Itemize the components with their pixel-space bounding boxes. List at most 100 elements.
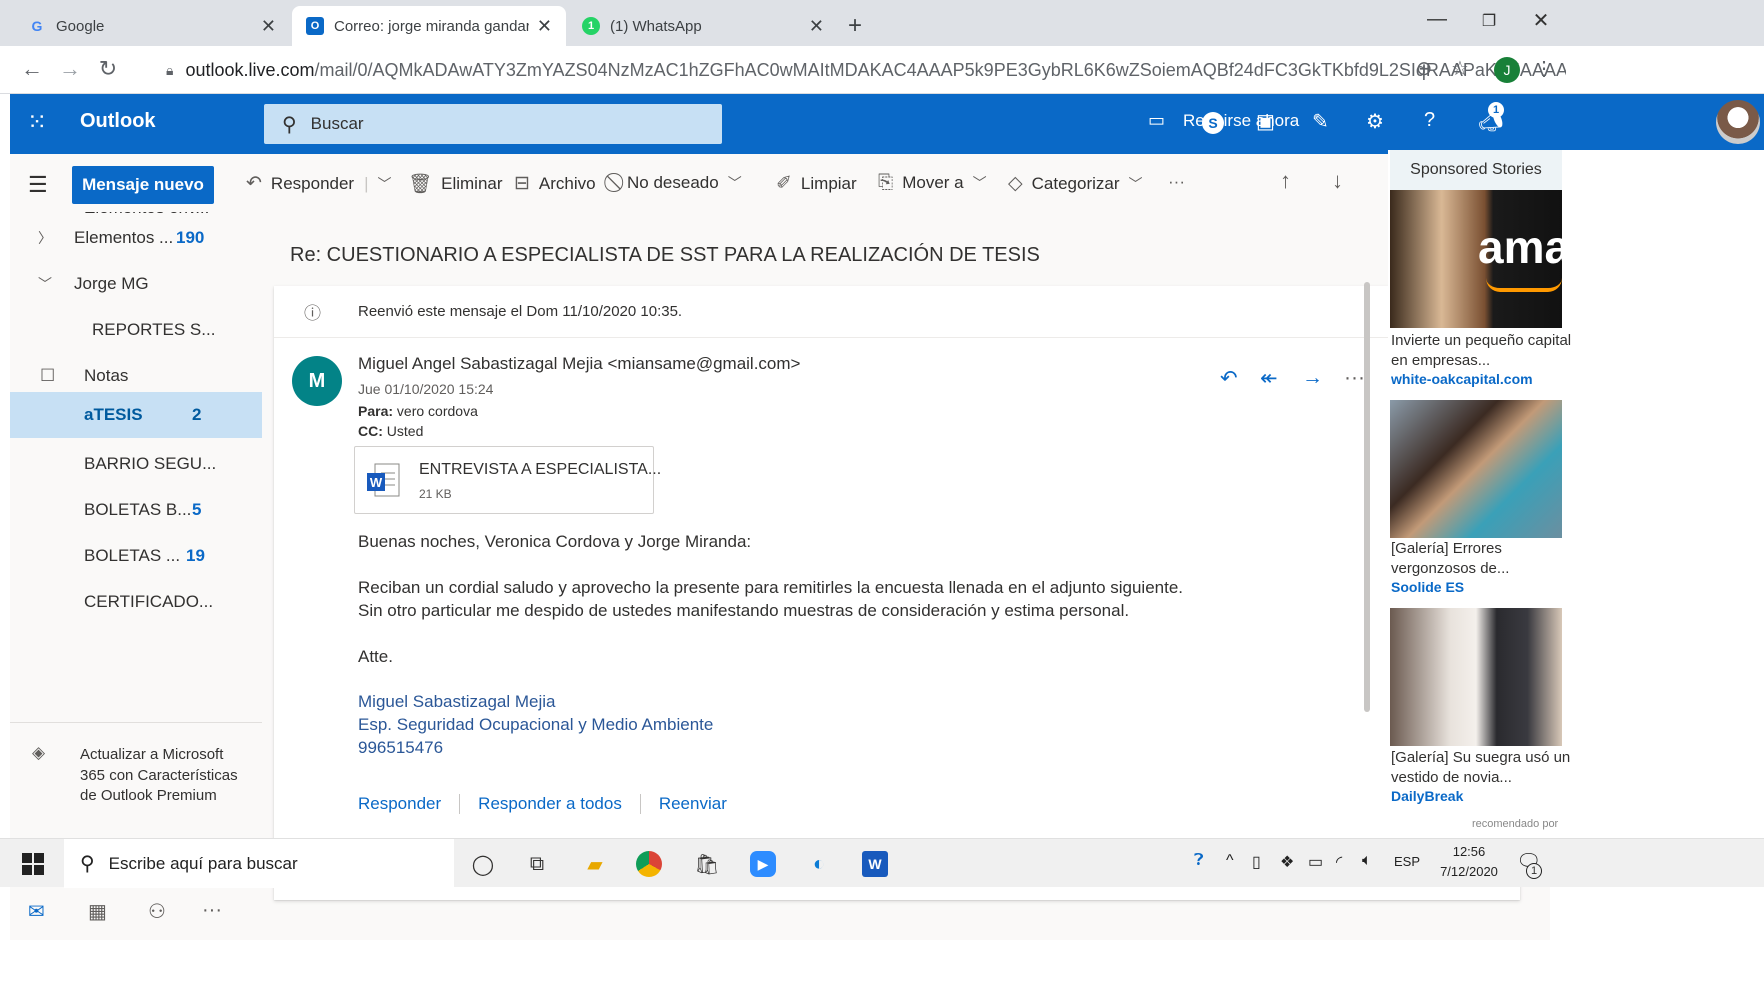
file-explorer-icon[interactable]: ▰ bbox=[580, 849, 610, 879]
battery-icon[interactable]: ▭ bbox=[1308, 852, 1323, 872]
folder-item-selected[interactable]: aTESIS 2 bbox=[10, 392, 262, 438]
folder-item[interactable]: BOLETAS B... 5 bbox=[10, 484, 262, 536]
sweep-button[interactable]: ✐ Limpiar bbox=[776, 172, 857, 195]
folder-count: 19 bbox=[186, 546, 205, 565]
ad-image[interactable] bbox=[1390, 608, 1562, 746]
chevron-right-icon[interactable]: 〉 bbox=[38, 228, 52, 248]
junk-button[interactable]: ⃠ No deseado ﹀ bbox=[618, 172, 742, 194]
delete-button[interactable]: 🗑︎ Eliminar bbox=[408, 172, 503, 196]
chevron-down-icon[interactable]: ﹀ bbox=[38, 274, 52, 294]
next-message-arrow-icon[interactable]: ↓ bbox=[1332, 168, 1343, 194]
language-indicator[interactable]: ESP bbox=[1394, 854, 1420, 869]
task-view-icon[interactable]: ⧉ bbox=[522, 849, 552, 879]
move-to-button[interactable]: ⎘ Mover a ﹀ bbox=[878, 172, 987, 194]
more-apps-icon[interactable]: ··· bbox=[202, 899, 222, 922]
reply-link[interactable]: Responder bbox=[358, 794, 459, 814]
skype-icon[interactable]: S bbox=[1202, 112, 1224, 134]
folder-item[interactable]: BOLETAS ... 19 bbox=[10, 530, 262, 582]
outlook-icon: O bbox=[306, 17, 324, 35]
new-tab-button[interactable]: + bbox=[848, 12, 862, 40]
more-actions-button[interactable]: ··· bbox=[1168, 172, 1185, 192]
taskbar-search-box[interactable]: ⚲ Escribe aquí para buscar bbox=[64, 839, 454, 888]
ad-image[interactable]: ama bbox=[1390, 190, 1562, 328]
restore-button[interactable]: ❐ bbox=[1474, 11, 1504, 31]
folder-item[interactable]: BARRIO SEGU... bbox=[10, 438, 262, 490]
app-launcher-icon[interactable]: ⁙ bbox=[24, 110, 50, 136]
chevron-up-icon[interactable]: ^ bbox=[1226, 852, 1234, 870]
account-avatar[interactable] bbox=[1716, 100, 1760, 144]
volume-icon[interactable]: 🔈︎ bbox=[1362, 852, 1372, 870]
reply-all-icon[interactable]: ↞ bbox=[1260, 366, 1278, 391]
categorize-button[interactable]: ◇ Categorizar ﹀ bbox=[1008, 172, 1143, 195]
reply-all-link[interactable]: Responder a todos bbox=[459, 794, 640, 814]
chrome-menu-icon[interactable]: ⋮ bbox=[1530, 56, 1558, 81]
reply-icon[interactable]: ↶ bbox=[1220, 366, 1238, 391]
ad-text[interactable]: Invierte un pequeño capital en empresas.… bbox=[1391, 331, 1591, 371]
cc-value[interactable]: Usted bbox=[387, 423, 424, 439]
reply-button[interactable]: ↶ Responder | ﹀ bbox=[246, 172, 392, 195]
edge-icon[interactable]: ◐ bbox=[804, 849, 834, 879]
reading-scrollbar-thumb[interactable] bbox=[1364, 282, 1370, 712]
close-window-button[interactable]: ✕ bbox=[1526, 8, 1556, 33]
device-icon[interactable]: ▯ bbox=[1252, 852, 1261, 872]
ad-text[interactable]: [Galería] Errores vergonzosos de... bbox=[1391, 539, 1591, 579]
zoom-icon[interactable]: ▶ bbox=[750, 851, 776, 877]
folder-item[interactable]: 〉 Elementos ... 190 bbox=[10, 212, 262, 264]
system-clock[interactable]: 12:56 7/12/2020 bbox=[1436, 842, 1502, 882]
search-box[interactable]: ⚲ Buscar bbox=[264, 104, 722, 144]
ad-text[interactable]: [Galería] Su suegra usó un vestido de no… bbox=[1391, 748, 1591, 788]
attachment-name: ENTREVISTA A ESPECIALISTA... bbox=[419, 461, 662, 478]
forward-icon[interactable]: → bbox=[1302, 366, 1323, 390]
dropbox-icon[interactable]: ❖ bbox=[1280, 852, 1294, 872]
folder-item[interactable]: CERTIFICADO... bbox=[10, 576, 262, 628]
help-icon[interactable]: ? bbox=[1424, 109, 1435, 132]
reply-icon: ↶ bbox=[246, 173, 262, 194]
forward-icon[interactable]: → bbox=[56, 56, 84, 82]
folder-group-jorge[interactable]: ﹀ Jorge MG bbox=[10, 258, 262, 310]
word-icon[interactable]: W bbox=[862, 851, 888, 877]
forward-link[interactable]: Reenviar bbox=[639, 794, 745, 814]
my-day-icon[interactable]: ✎ bbox=[1312, 109, 1329, 134]
chevron-down-icon[interactable]: ﹀ bbox=[378, 174, 392, 194]
sponsored-panel: Sponsored Stories ama Invierte un pequeñ… bbox=[1388, 150, 1764, 840]
tab-whatsapp[interactable]: 1 (1) WhatsApp ✕ bbox=[568, 6, 838, 46]
ad-source[interactable]: Soolide ES bbox=[1391, 579, 1464, 595]
back-icon[interactable]: ← bbox=[18, 56, 46, 82]
mail-icon[interactable]: ✉ bbox=[28, 899, 45, 924]
settings-gear-icon[interactable]: ⚙ bbox=[1366, 109, 1384, 134]
install-app-icon[interactable]: ⊕ bbox=[1410, 56, 1438, 81]
people-icon[interactable]: ⚇ bbox=[148, 899, 166, 924]
outlook-brand[interactable]: Outlook bbox=[80, 110, 156, 133]
hamburger-menu-icon[interactable]: ☰ bbox=[28, 172, 48, 198]
chrome-icon[interactable] bbox=[636, 851, 662, 877]
calendar-icon[interactable]: ▦ bbox=[88, 899, 107, 924]
close-tab-icon[interactable]: ✕ bbox=[261, 16, 276, 37]
close-tab-icon[interactable]: ✕ bbox=[809, 16, 824, 37]
ad-image[interactable] bbox=[1390, 400, 1562, 538]
profile-avatar[interactable]: J bbox=[1494, 57, 1520, 83]
previous-message-arrow-icon[interactable]: ↑ bbox=[1280, 168, 1291, 194]
store-icon[interactable]: 🛍︎ bbox=[692, 849, 722, 879]
tab-google[interactable]: G Google ✕ bbox=[14, 6, 290, 46]
attachment-card[interactable]: W ENTREVISTA A ESPECIALISTA... 21 KB bbox=[354, 446, 661, 514]
help-tray-icon[interactable]: ❓︎ bbox=[1194, 852, 1204, 870]
folder-label: BOLETAS B... bbox=[84, 500, 192, 519]
close-tab-icon[interactable]: ✕ bbox=[537, 16, 552, 37]
new-message-button[interactable]: Mensaje nuevo bbox=[72, 166, 214, 204]
minimize-button[interactable]: — bbox=[1422, 8, 1452, 31]
bookmark-star-icon[interactable]: ☆ bbox=[1446, 56, 1474, 81]
sender-avatar[interactable]: M bbox=[292, 356, 342, 406]
windows-start-icon[interactable] bbox=[22, 853, 44, 875]
office-icon[interactable]: ▣ bbox=[1256, 109, 1275, 134]
archive-button[interactable]: ⊟ Archivo bbox=[514, 172, 596, 195]
ad-source[interactable]: DailyBreak bbox=[1391, 788, 1463, 804]
url-field[interactable]: 🔒︎ outlook.live.com/mail/0/AQMkADAwATY3Z… bbox=[166, 54, 1566, 86]
cortana-icon[interactable]: ◯ bbox=[468, 849, 498, 879]
ad-source[interactable]: white-oakcapital.com bbox=[1391, 371, 1533, 387]
wifi-icon[interactable]: ◜ bbox=[1336, 852, 1342, 872]
reload-icon[interactable]: ↻ bbox=[94, 56, 122, 82]
sender-name[interactable]: Miguel Angel Sabastizagal Mejia <miansam… bbox=[358, 354, 800, 374]
tab-outlook[interactable]: O Correo: jorge miranda gandarilla ✕ bbox=[292, 6, 566, 46]
folder-item[interactable]: REPORTES S... bbox=[10, 304, 262, 356]
to-value[interactable]: vero cordova bbox=[397, 403, 478, 419]
